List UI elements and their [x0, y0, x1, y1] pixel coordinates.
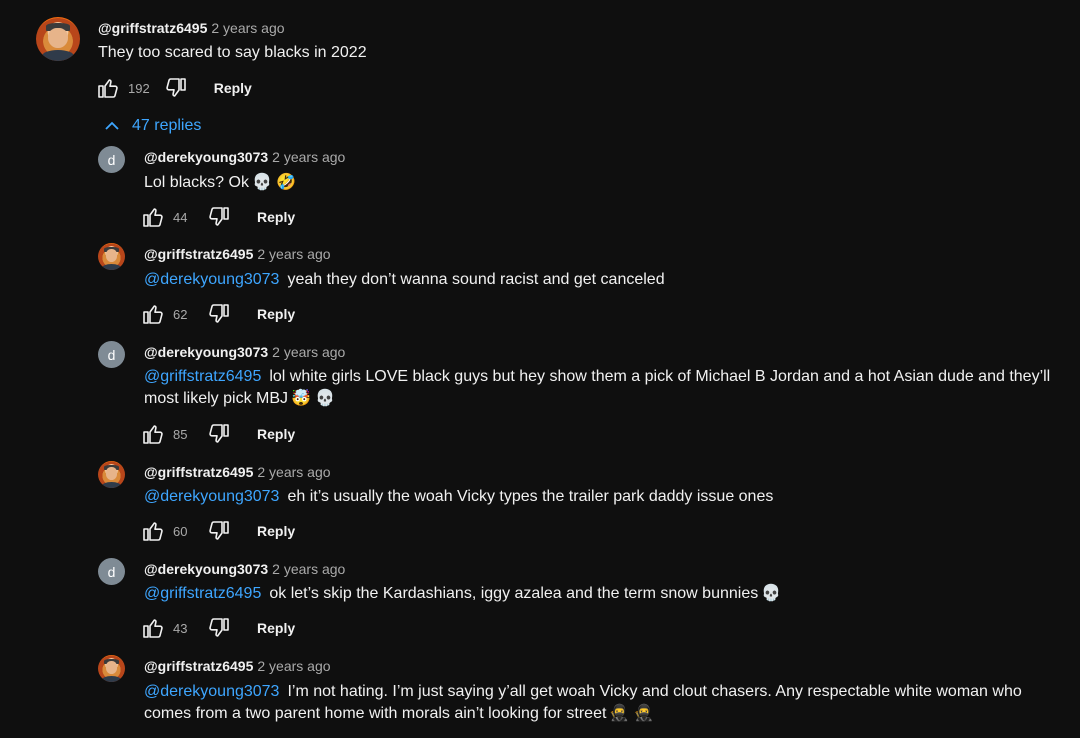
- comment-header: @griffstratz6495 2 years ago: [98, 19, 285, 37]
- author-name[interactable]: @griffstratz6495: [144, 246, 253, 262]
- thumbs-up-icon[interactable]: [141, 205, 165, 229]
- timestamp[interactable]: 2 years ago: [272, 561, 345, 577]
- like-count: 44: [173, 209, 188, 225]
- emoji: 🤯 💀: [291, 390, 336, 407]
- author-name[interactable]: @griffstratz6495: [144, 658, 253, 674]
- comment-actions: 60 Reply: [141, 519, 295, 543]
- comment-text: @derekyoung3073 yeah they don’t wanna sou…: [144, 271, 665, 288]
- avatar[interactable]: [36, 17, 80, 61]
- comment-header: @griffstratz6495 2 years ago: [144, 245, 331, 263]
- comment-text: They too scared to say blacks in 2022: [98, 44, 367, 61]
- mention-link[interactable]: @derekyoung3073: [144, 683, 279, 700]
- comment-header: @derekyoung3073 2 years ago: [144, 343, 345, 361]
- comment-text: @derekyoung3073 eh it’s usually the woah …: [144, 488, 774, 505]
- like-count: 192: [128, 80, 150, 96]
- comment-header: @griffstratz6495 2 years ago: [144, 463, 331, 481]
- mention-link[interactable]: @griffstratz6495: [144, 368, 261, 385]
- thumbs-down-icon[interactable]: [207, 422, 231, 446]
- author-name[interactable]: @derekyoung3073: [144, 561, 268, 577]
- timestamp[interactable]: 2 years ago: [257, 464, 330, 480]
- timestamp[interactable]: 2 years ago: [211, 20, 284, 36]
- comment-actions: 192 Reply: [96, 76, 252, 100]
- comment-actions: 85 Reply: [141, 422, 295, 446]
- chevron-up-icon: [105, 121, 119, 130]
- reply-button[interactable]: Reply: [257, 523, 295, 539]
- thumbs-up-icon[interactable]: [141, 422, 165, 446]
- mention-link[interactable]: @griffstratz6495: [144, 585, 261, 602]
- thumbs-down-icon[interactable]: [164, 76, 188, 100]
- thumbs-up-icon[interactable]: [141, 302, 165, 326]
- comment-header: @derekyoung3073 2 years ago: [144, 148, 345, 166]
- comment-text: @derekyoung3073 I’m not hating. I’m just …: [144, 681, 1044, 725]
- timestamp[interactable]: 2 years ago: [257, 658, 330, 674]
- avatar[interactable]: [98, 461, 125, 488]
- timestamp[interactable]: 2 years ago: [272, 149, 345, 165]
- reply-button[interactable]: Reply: [257, 620, 295, 636]
- comment-text: @griffstratz6495 lol white girls LOVE bla…: [144, 366, 1054, 410]
- thumbs-down-icon[interactable]: [207, 519, 231, 543]
- mention-link[interactable]: @derekyoung3073: [144, 488, 279, 505]
- reply-button[interactable]: Reply: [257, 306, 295, 322]
- author-name[interactable]: @derekyoung3073: [144, 149, 268, 165]
- author-name[interactable]: @griffstratz6495: [98, 20, 207, 36]
- thumbs-up-icon[interactable]: [96, 76, 120, 100]
- timestamp[interactable]: 2 years ago: [257, 246, 330, 262]
- thumbs-up-icon[interactable]: [141, 616, 165, 640]
- author-name[interactable]: @griffstratz6495: [144, 464, 253, 480]
- reply-button[interactable]: Reply: [214, 80, 252, 96]
- emoji: 🥷 🥷: [609, 705, 654, 722]
- comment-text: @griffstratz6495 ok let’s skip the Kardas…: [144, 583, 1064, 605]
- thumbs-up-icon[interactable]: [141, 519, 165, 543]
- mention-link[interactable]: @derekyoung3073: [144, 271, 279, 288]
- comment-actions: 44 Reply: [141, 205, 295, 229]
- like-count: 43: [173, 620, 188, 636]
- like-count: 60: [173, 523, 188, 539]
- like-count: 62: [173, 306, 188, 322]
- avatar[interactable]: d: [98, 146, 125, 173]
- comment-actions: 62 Reply: [141, 302, 295, 326]
- avatar[interactable]: d: [98, 558, 125, 585]
- comment-text: Lol blacks? Ok 💀 🤣: [144, 172, 1064, 194]
- reply-button[interactable]: Reply: [257, 426, 295, 442]
- emoji: 💀: [761, 585, 782, 602]
- comment-header: @griffstratz6495 2 years ago: [144, 657, 331, 675]
- comment-header: @derekyoung3073 2 years ago: [144, 560, 345, 578]
- thumbs-down-icon[interactable]: [207, 302, 231, 326]
- timestamp[interactable]: 2 years ago: [272, 344, 345, 360]
- comment-actions: 43 Reply: [141, 616, 295, 640]
- author-name[interactable]: @derekyoung3073: [144, 344, 268, 360]
- thumbs-down-icon[interactable]: [207, 205, 231, 229]
- thumbs-down-icon[interactable]: [207, 616, 231, 640]
- avatar[interactable]: [98, 655, 125, 682]
- replies-count-label: 47 replies: [132, 117, 202, 134]
- comments-section: @griffstratz6495 2 years ago They too sca…: [0, 0, 1080, 738]
- avatar[interactable]: [98, 243, 125, 270]
- emoji: 💀 🤣: [251, 174, 297, 191]
- replies-toggle[interactable]: 47 replies: [104, 114, 201, 138]
- like-count: 85: [173, 426, 188, 442]
- reply-button[interactable]: Reply: [257, 209, 295, 225]
- avatar[interactable]: d: [98, 341, 125, 368]
